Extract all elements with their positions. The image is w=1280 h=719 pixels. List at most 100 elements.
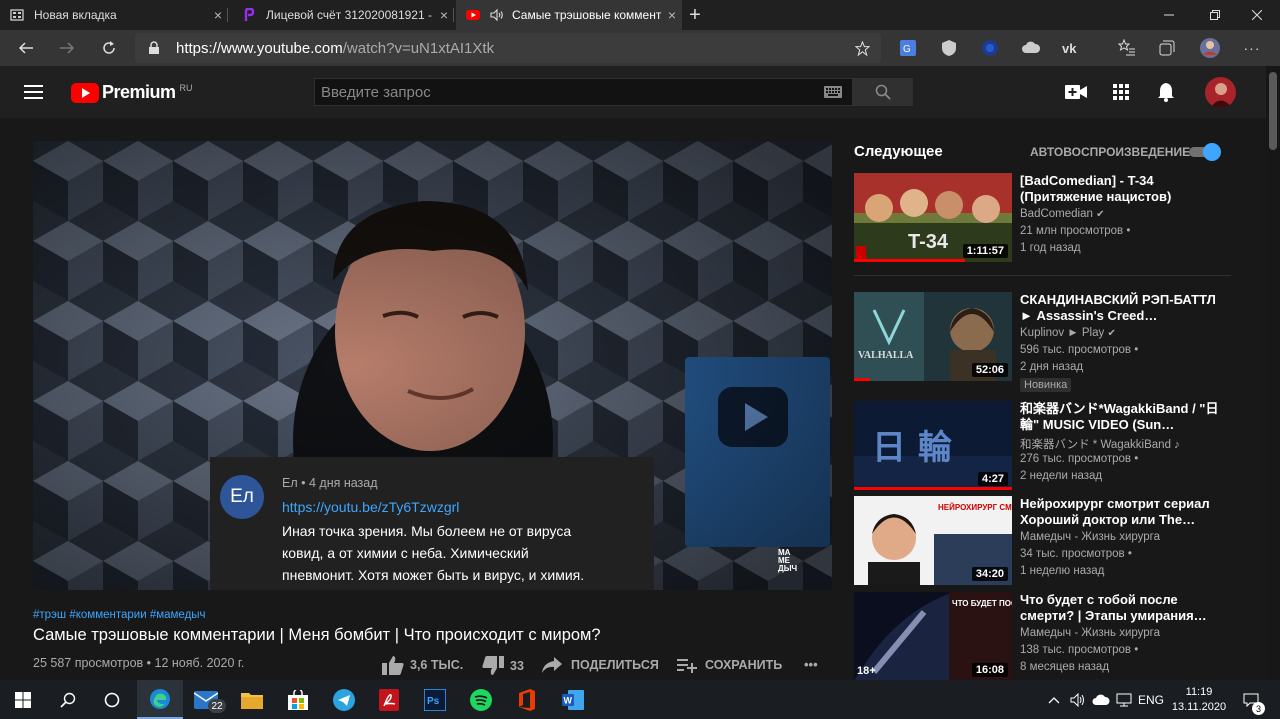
rec-title[interactable]: Нейрохирург смотрит сериал Хороший докто…	[1020, 496, 1220, 528]
dislike-button[interactable]: 33	[482, 656, 524, 676]
tray-network[interactable]	[1113, 680, 1135, 719]
taskbar-telegram[interactable]	[321, 680, 367, 719]
tab-close-icon[interactable]: ×	[208, 7, 228, 23]
taskbar-acrobat[interactable]	[366, 680, 412, 719]
tab-close-icon[interactable]: ×	[434, 7, 454, 23]
collections-icon[interactable]	[1156, 37, 1178, 59]
scrollbar-thumb[interactable]	[1269, 72, 1277, 150]
age-restriction-badge: 18+	[857, 665, 876, 677]
comment-link[interactable]: https://youtu.be/zTy6Tzwzgrl	[282, 499, 459, 515]
tray-clock[interactable]: 11:19 13.11.2020	[1168, 680, 1230, 719]
account-avatar[interactable]	[1205, 77, 1236, 108]
share-label: ПОДЕЛИТЬСЯ	[571, 658, 659, 672]
favorite-star-icon[interactable]	[855, 41, 870, 56]
maximize-button[interactable]	[1192, 0, 1238, 30]
close-window-button[interactable]	[1234, 0, 1280, 30]
tray-language[interactable]: ENG	[1137, 680, 1165, 719]
vk-extension-icon[interactable]: vk	[1060, 37, 1082, 59]
tab-close-icon[interactable]: ×	[662, 7, 682, 23]
tab-title: Новая вкладка	[34, 8, 117, 22]
video-thumbnail[interactable]: VALHALLA 52:06	[854, 292, 1012, 381]
keyboard-icon[interactable]	[824, 86, 842, 98]
browser-toolbar: https://www.youtube.com/watch?v=uN1xtAI1…	[0, 30, 1280, 66]
taskbar-office[interactable]	[504, 680, 550, 719]
minimize-button[interactable]	[1146, 0, 1192, 30]
favorites-list-icon[interactable]	[1116, 37, 1138, 59]
taskbar-photoshop[interactable]: Ps	[412, 680, 458, 719]
rec-channel: Мамедыч - Жизнь хирурга	[1020, 531, 1160, 543]
vpn-extension-icon[interactable]	[979, 37, 1001, 59]
forward-button[interactable]	[53, 34, 81, 62]
notifications-button[interactable]	[1154, 80, 1178, 104]
profile-avatar-icon[interactable]	[1199, 37, 1221, 59]
action-center-button[interactable]: 3	[1236, 680, 1266, 719]
new-badge: Новинка	[1020, 378, 1072, 392]
taskbar-word[interactable]: W	[550, 680, 596, 719]
taskbar-store[interactable]	[275, 680, 321, 719]
address-bar[interactable]: https://www.youtube.com/watch?v=uN1xtAI1…	[135, 33, 881, 63]
taskbar-spotify[interactable]	[458, 680, 504, 719]
taskbar-edge[interactable]	[137, 680, 183, 719]
back-button[interactable]	[12, 34, 40, 62]
taskbar-mail[interactable]: 22	[183, 680, 229, 719]
rec-channel: BadComedian ✔	[1020, 208, 1104, 220]
apps-button[interactable]	[1109, 80, 1133, 104]
tray-onedrive[interactable]	[1090, 680, 1112, 719]
menu-hamburger-icon[interactable]	[24, 85, 43, 99]
search-button[interactable]	[853, 78, 913, 106]
cloud-extension-icon[interactable]	[1020, 37, 1042, 59]
upnext-item[interactable]: 日 輪 4:27 和楽器バンド*WagakkiBand / "日輪" MUSIC…	[854, 401, 1234, 495]
video-thumbnail[interactable]: 日 輪 4:27	[854, 401, 1012, 490]
search-taskbar-button[interactable]	[45, 680, 91, 719]
taskbar-explorer[interactable]	[229, 680, 275, 719]
back-arrow-icon	[18, 42, 33, 54]
upnext-item[interactable]: НЕЙРОХИРУРГ СМОТРИТ 34:20 Нейрохирург см…	[854, 496, 1234, 590]
page-scrollbar[interactable]	[1266, 66, 1280, 680]
video-hashtags[interactable]: #трэш #комментарии #мамедыч	[33, 609, 206, 621]
new-tab-button[interactable]: +	[682, 0, 708, 30]
video-thumbnail[interactable]: ЧТО БУДЕТ ПОСЛЕ СМЕРТИ 16:08 18+	[854, 592, 1012, 681]
spotify-icon	[470, 688, 492, 711]
tab-youtube[interactable]: Самые трэшовые комменти ×	[456, 0, 682, 30]
autoplay-toggle[interactable]	[1189, 143, 1223, 161]
like-button[interactable]: 3,6 ТЫС.	[382, 655, 463, 675]
save-button[interactable]: СОХРАНИТЬ	[677, 657, 782, 673]
upnext-item[interactable]: ЧТО БУДЕТ ПОСЛЕ СМЕРТИ 16:08 18+ Что буд…	[854, 592, 1234, 686]
more-actions-button[interactable]: •••	[804, 657, 818, 672]
rec-title[interactable]: СКАНДИНАВСКИЙ РЭП-БАТТЛ ► Assassin's Cre…	[1020, 292, 1220, 324]
video-thumbnail[interactable]: T-34 1:11:57	[854, 173, 1012, 262]
tray-volume[interactable]	[1067, 680, 1089, 719]
svg-text:G: G	[903, 44, 911, 55]
share-button[interactable]: ПОДЕЛИТЬСЯ	[542, 657, 659, 673]
reload-button[interactable]	[95, 34, 123, 62]
tab-new-tab[interactable]: Новая вкладка ×	[0, 0, 228, 30]
video-thumbnail[interactable]: НЕЙРОХИРУРГ СМОТРИТ 34:20	[854, 496, 1012, 585]
search-input[interactable]	[315, 79, 815, 105]
start-button[interactable]	[0, 680, 46, 719]
chevron-up-icon	[1048, 696, 1060, 703]
video-duration: 52:06	[971, 363, 1008, 377]
edge-browser-icon	[150, 688, 170, 709]
tab-account[interactable]: Лицевой счёт 312020081921 - Е ×	[232, 0, 454, 30]
apps-grid-icon	[1113, 84, 1129, 100]
more-options-icon[interactable]: ···	[1241, 37, 1263, 59]
video-player[interactable]: МА МЕ ДЫЧ Ел Ел • 4 дня назад https://yo…	[33, 141, 832, 590]
forward-arrow-icon	[60, 42, 75, 54]
url-path: /watch?v=uN1xtAI1Xtk	[342, 40, 495, 57]
upnext-item[interactable]: T-34 1:11:57 [BadComedian] - T-34 (Притя…	[854, 173, 1234, 267]
tray-overflow-button[interactable]	[1044, 680, 1064, 719]
network-icon	[1116, 693, 1132, 706]
create-video-button[interactable]	[1064, 80, 1088, 104]
speaker-icon[interactable]	[490, 8, 504, 22]
video-duration: 16:08	[971, 663, 1008, 677]
rec-title[interactable]: Что будет с тобой после смерти? | Этапы …	[1020, 592, 1220, 624]
rec-title[interactable]: [BadComedian] - T-34 (Притяжение нацисто…	[1020, 173, 1220, 205]
url-host: https://www.youtube.com	[176, 40, 343, 57]
task-view-button[interactable]	[89, 680, 135, 719]
shield-extension-icon[interactable]	[938, 37, 960, 59]
channel-watermark: МА МЕ ДЫЧ	[778, 549, 797, 573]
upnext-item[interactable]: VALHALLA 52:06 СКАНДИНАВСКИЙ РЭП-БАТТЛ ►…	[854, 292, 1234, 392]
translate-extension-icon[interactable]: G	[897, 37, 919, 59]
youtube-logo[interactable]: Premium RU	[71, 82, 193, 103]
rec-title[interactable]: 和楽器バンド*WagakkiBand / "日輪" MUSIC VIDEO (S…	[1020, 401, 1220, 433]
